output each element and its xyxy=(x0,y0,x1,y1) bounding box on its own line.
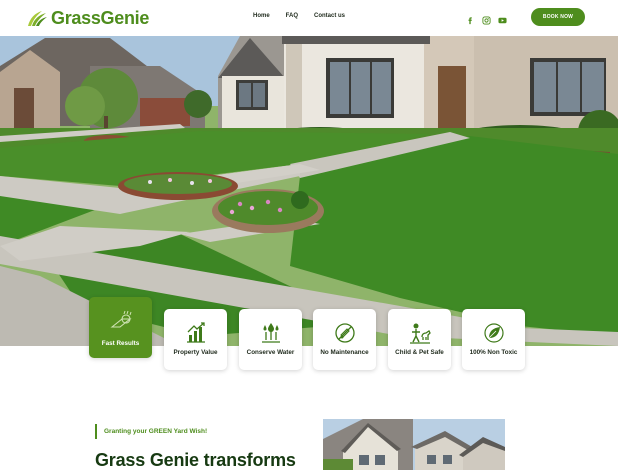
feature-label: Conserve Water xyxy=(246,349,295,356)
feature-label: No Maintenance xyxy=(320,349,369,356)
tagline: Granting your GREEN Yard Wish! xyxy=(104,428,208,435)
facebook-icon[interactable] xyxy=(466,12,475,25)
feature-card-fast-results[interactable]: Fast Results xyxy=(89,297,152,358)
feature-label: Fast Results xyxy=(101,340,140,347)
feature-card-child-pet-safe[interactable]: Child & Pet Safe xyxy=(388,309,451,370)
eco-leaf-icon xyxy=(483,323,504,343)
nav-link-contact[interactable]: Contact us xyxy=(314,13,345,19)
feature-card-property-value[interactable]: Property Value xyxy=(164,309,227,370)
nav-links: Home FAQ Contact us xyxy=(253,13,345,19)
turf-roll-icon xyxy=(109,310,132,328)
youtube-icon[interactable] xyxy=(498,12,507,24)
logo[interactable]: GrassGenie xyxy=(26,7,149,29)
logo-text: GrassGenie xyxy=(51,7,150,28)
section-image xyxy=(323,419,505,470)
feature-label: Property Value xyxy=(173,349,218,356)
feature-card-no-maintenance[interactable]: No Maintenance xyxy=(313,309,376,370)
feature-cards: Fast Results Property Value Conserve Wat… xyxy=(89,297,529,372)
book-now-button[interactable]: BOOK NOW xyxy=(531,8,585,26)
section-headline: Grass Genie transforms xyxy=(95,450,296,470)
leaf-logo-icon xyxy=(28,11,47,26)
feature-card-conserve-water[interactable]: Conserve Water xyxy=(239,309,302,370)
tagline-block: Granting your GREEN Yard Wish! xyxy=(95,424,207,439)
instagram-icon[interactable] xyxy=(482,12,491,25)
social-links xyxy=(466,12,507,25)
no-mower-icon xyxy=(334,323,355,343)
top-nav: GrassGenie Home FAQ Contact us BOOK NOW xyxy=(0,0,618,36)
water-drops-icon xyxy=(261,323,280,343)
nav-link-faq[interactable]: FAQ xyxy=(286,13,298,19)
feature-card-non-toxic[interactable]: 100% Non Toxic xyxy=(462,309,525,370)
nav-link-home[interactable]: Home xyxy=(253,13,270,19)
feature-label: Child & Pet Safe xyxy=(395,349,444,356)
growth-chart-icon xyxy=(186,322,205,343)
feature-label: 100% Non Toxic xyxy=(469,349,518,356)
child-pet-icon xyxy=(409,323,431,344)
